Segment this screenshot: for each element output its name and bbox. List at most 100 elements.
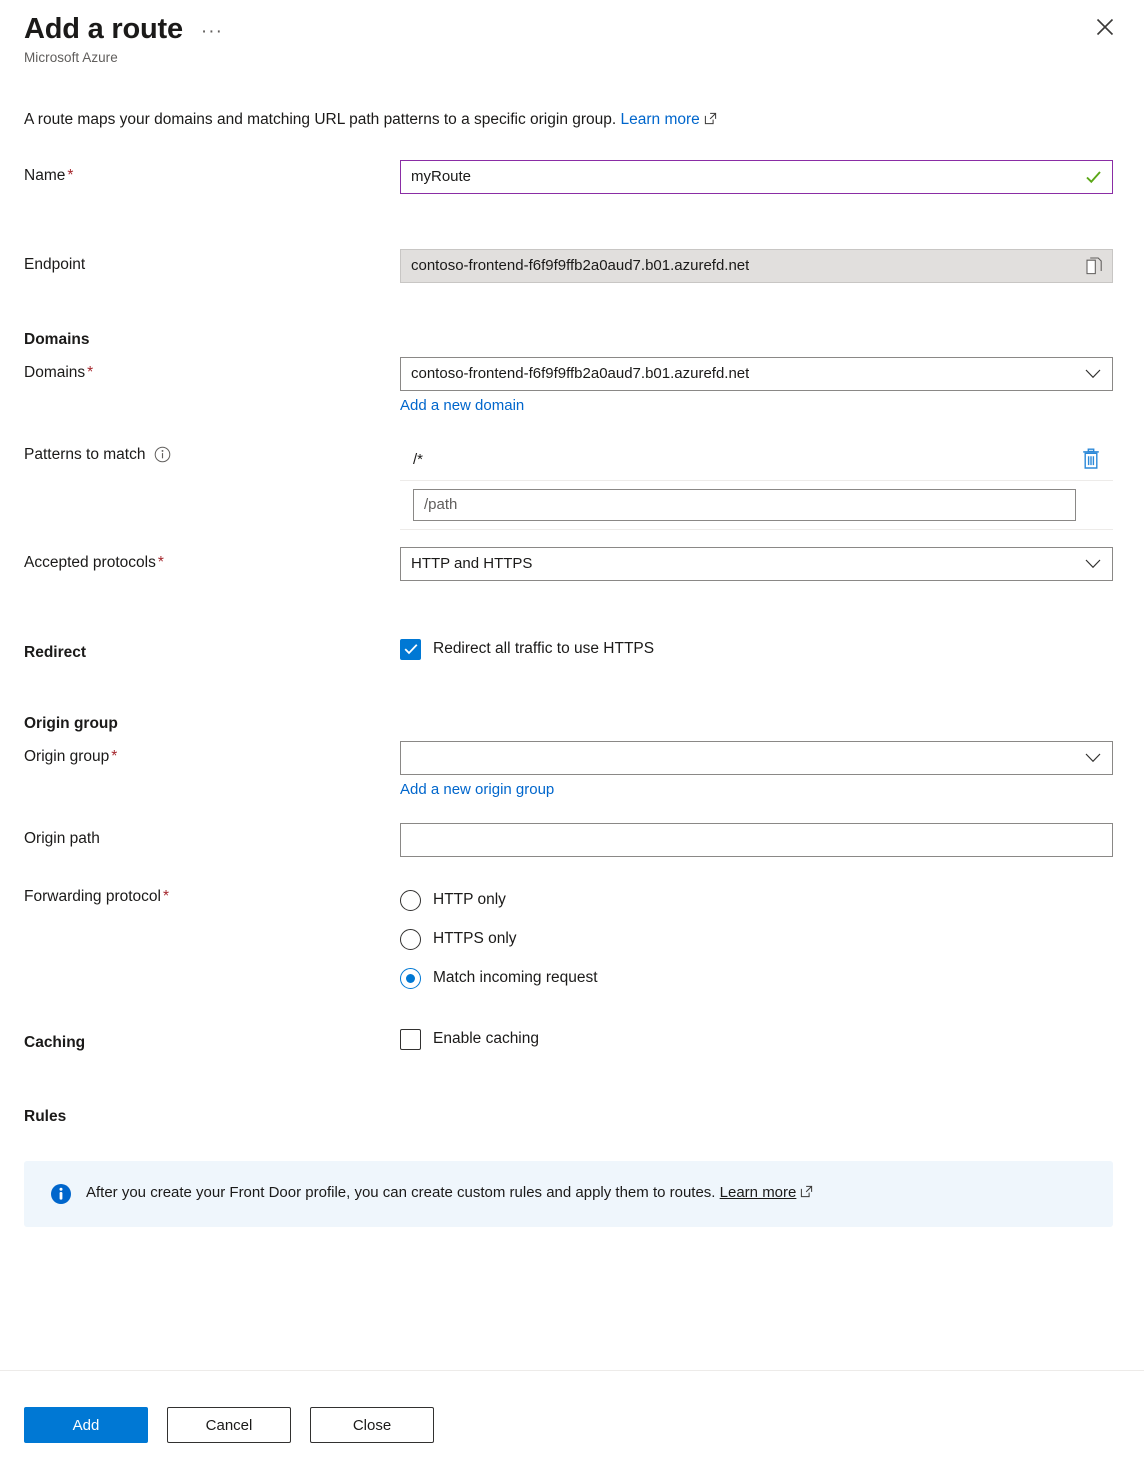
add-new-origin-group-link[interactable]: Add a new origin group	[400, 781, 554, 798]
field-row-origin-group: Origin group* Add a new origin group	[0, 741, 1144, 799]
pattern-input[interactable]: /path	[413, 489, 1076, 521]
field-row-domains: Domains* contoso-frontend-f6f9f9ffb2a0au…	[0, 357, 1144, 415]
radio-option-match-incoming-request[interactable]: Match incoming request	[400, 959, 1113, 998]
field-row-origin-path: Origin path	[0, 823, 1144, 857]
field-row-forwarding-protocol: Forwarding protocol* HTTP only HTTPS onl…	[0, 881, 1144, 998]
domains-label: Domains*	[24, 357, 400, 382]
rules-info-banner: After you create your Front Door profile…	[24, 1161, 1113, 1227]
origin-path-label: Origin path	[24, 823, 400, 848]
caching-checkbox-label: Enable caching	[433, 1030, 539, 1048]
redirect-checkbox-row[interactable]: Redirect all traffic to use HTTPS	[400, 637, 1113, 660]
radio-option-http-only[interactable]: HTTP only	[400, 881, 1113, 920]
copy-icon[interactable]	[1086, 257, 1103, 275]
external-link-icon	[800, 1184, 813, 1204]
name-input[interactable]: myRoute	[400, 160, 1113, 194]
title-row: Add a route ···	[24, 14, 1120, 46]
endpoint-value: contoso-frontend-f6f9f9ffb2a0aud7.b01.az…	[411, 257, 749, 274]
intro-description: A route maps your domains and matching U…	[24, 109, 1120, 132]
radio-option-https-only[interactable]: HTTPS only	[400, 920, 1113, 959]
forwarding-protocol-label: Forwarding protocol*	[24, 881, 400, 906]
origin-group-section-heading: Origin group	[0, 715, 1144, 733]
pattern-value: /*	[413, 451, 1079, 468]
caching-checkbox[interactable]	[400, 1029, 421, 1050]
intro-learn-more-link[interactable]: Learn more	[621, 111, 700, 128]
domains-control: contoso-frontend-f6f9f9ffb2a0aud7.b01.az…	[400, 357, 1113, 415]
pattern-item-row: /*	[400, 439, 1113, 481]
close-button[interactable]: Close	[310, 1407, 434, 1443]
required-marker: *	[111, 748, 117, 765]
required-marker: *	[67, 167, 73, 184]
chevron-down-icon	[1085, 369, 1101, 379]
rules-section-heading: Rules	[0, 1108, 1144, 1126]
accepted-protocols-label: Accepted protocols*	[24, 547, 400, 572]
field-row-name: Name* myRoute	[0, 160, 1144, 194]
add-new-domain-link[interactable]: Add a new domain	[400, 397, 524, 414]
caching-checkbox-row[interactable]: Enable caching	[400, 1027, 1113, 1050]
patterns-label: Patterns to match	[24, 439, 400, 464]
name-input-value: myRoute	[411, 168, 471, 185]
external-link-icon	[704, 110, 717, 132]
origin-path-input[interactable]	[400, 823, 1113, 857]
radio-label: Match incoming request	[433, 969, 598, 987]
valid-check-icon	[1085, 168, 1102, 185]
name-label: Name*	[24, 160, 400, 185]
rules-banner-learn-more-link[interactable]: Learn more	[720, 1184, 797, 1201]
endpoint-label: Endpoint	[24, 249, 400, 274]
required-marker: *	[87, 364, 93, 381]
rules-banner-text: After you create your Front Door profile…	[86, 1184, 715, 1201]
pattern-new-row: /path	[400, 481, 1113, 530]
info-icon[interactable]	[154, 446, 171, 463]
page-title: Add a route	[24, 14, 183, 46]
chevron-down-icon	[1085, 753, 1101, 763]
endpoint-readonly-field: contoso-frontend-f6f9f9ffb2a0aud7.b01.az…	[400, 249, 1113, 283]
redirect-checkbox[interactable]	[400, 639, 421, 660]
page-subtitle: Microsoft Azure	[24, 50, 1120, 65]
redirect-checkbox-label: Redirect all traffic to use HTTPS	[433, 640, 654, 658]
route-form: Name* myRoute Endpoint contoso-frontend-…	[0, 160, 1144, 1227]
accepted-protocols-control: HTTP and HTTPS	[400, 547, 1113, 581]
radio-indicator[interactable]	[400, 890, 421, 911]
info-filled-icon	[50, 1183, 72, 1205]
radio-indicator-selected[interactable]	[400, 968, 421, 989]
close-icon[interactable]	[1088, 10, 1122, 44]
dialog-header: Add a route ··· Microsoft Azure	[0, 0, 1144, 65]
origin-group-dropdown[interactable]	[400, 741, 1113, 775]
delete-icon[interactable]	[1079, 446, 1103, 472]
origin-path-control	[400, 823, 1113, 857]
radio-label: HTTP only	[433, 891, 506, 909]
more-options-button[interactable]: ···	[197, 20, 227, 43]
cancel-button[interactable]: Cancel	[167, 1407, 291, 1443]
dialog-footer: Add Cancel Close	[0, 1370, 1144, 1474]
chevron-down-icon	[1085, 559, 1101, 569]
redirect-label: Redirect	[24, 637, 400, 662]
intro-text: A route maps your domains and matching U…	[24, 111, 616, 128]
radio-label: HTTPS only	[433, 930, 517, 948]
accepted-protocols-dropdown[interactable]: HTTP and HTTPS	[400, 547, 1113, 581]
pattern-input-placeholder: /path	[424, 496, 457, 513]
field-row-endpoint: Endpoint contoso-frontend-f6f9f9ffb2a0au…	[0, 249, 1144, 283]
domains-section-heading: Domains	[0, 331, 1144, 349]
rules-banner-text-wrap: After you create your Front Door profile…	[86, 1183, 813, 1204]
forwarding-protocol-control: HTTP only HTTPS only Match incoming requ…	[400, 881, 1113, 998]
patterns-list: /* /path	[400, 439, 1113, 530]
endpoint-control: contoso-frontend-f6f9f9ffb2a0aud7.b01.az…	[400, 249, 1113, 283]
footer-buttons: Add Cancel Close	[0, 1371, 1144, 1443]
field-row-accepted-protocols: Accepted protocols* HTTP and HTTPS	[0, 547, 1144, 581]
required-marker: *	[158, 554, 164, 571]
field-row-caching: Caching Enable caching	[0, 1027, 1144, 1052]
add-button[interactable]: Add	[24, 1407, 148, 1443]
required-marker: *	[163, 888, 169, 905]
patterns-control: /* /path	[400, 439, 1113, 530]
caching-label: Caching	[24, 1027, 400, 1052]
field-row-redirect: Redirect Redirect all traffic to use HTT…	[0, 637, 1144, 662]
origin-group-control: Add a new origin group	[400, 741, 1113, 799]
field-row-patterns: Patterns to match /*	[0, 439, 1144, 530]
name-control: myRoute	[400, 160, 1113, 194]
redirect-control: Redirect all traffic to use HTTPS	[400, 637, 1113, 660]
radio-indicator[interactable]	[400, 929, 421, 950]
domains-selected-value: contoso-frontend-f6f9f9ffb2a0aud7.b01.az…	[411, 365, 749, 382]
domains-dropdown[interactable]: contoso-frontend-f6f9f9ffb2a0aud7.b01.az…	[400, 357, 1113, 391]
caching-control: Enable caching	[400, 1027, 1113, 1050]
radio-dot	[406, 974, 415, 983]
accepted-protocols-value: HTTP and HTTPS	[411, 555, 532, 572]
